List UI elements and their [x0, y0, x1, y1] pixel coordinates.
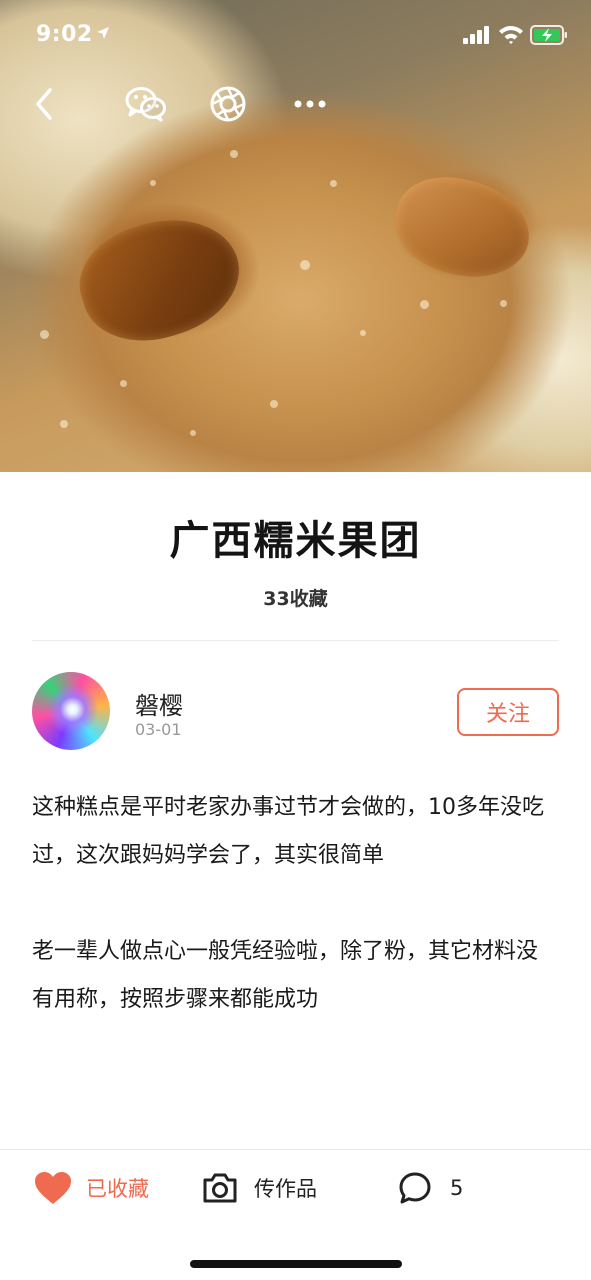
share-moments-button[interactable] [206, 82, 250, 126]
description-paragraph: 老一辈人做点心一般凭经验啦，除了粉，其它材料没有用称，按照步骤来都能成功 [32, 939, 539, 1012]
share-wechat-button[interactable] [124, 82, 168, 126]
wifi-icon [499, 26, 523, 44]
back-chevron-icon [36, 88, 52, 120]
camera-icon [203, 1173, 237, 1203]
moments-icon [210, 86, 246, 122]
comment-bubble-icon [399, 1172, 431, 1204]
recipe-description: 这种糕点是平时老家办事过节才会做的，10多年没吃过，这次跟妈妈学会了，其实很简单… [32, 784, 559, 1024]
recipe-title: 广西糯米果团 [169, 518, 422, 564]
comments-button[interactable]: 5 [398, 1166, 463, 1210]
back-button[interactable] [22, 82, 66, 126]
favorite-button[interactable]: 已收藏 [34, 1166, 149, 1210]
location-arrow-icon [97, 27, 109, 39]
author-name[interactable]: 磐樱 [135, 686, 183, 721]
more-icon [294, 100, 326, 108]
comment-count: 5 [450, 1176, 464, 1200]
bottom-bar-divider [0, 1149, 591, 1150]
post-date: 03-01 [135, 720, 182, 739]
hero-peanut [386, 167, 539, 288]
upload-work-label: 传作品 [254, 1177, 317, 1201]
hero-peanut [66, 200, 254, 359]
follow-button[interactable]: 关注 [457, 688, 559, 736]
more-options-button[interactable] [288, 82, 332, 126]
author-avatar[interactable] [32, 672, 110, 750]
heart-icon [35, 1172, 71, 1204]
status-time: 9:02 [36, 22, 93, 47]
favorite-label: 已收藏 [86, 1177, 149, 1201]
battery-charging-icon [530, 25, 567, 45]
home-indicator [190, 1260, 402, 1268]
cellular-signal-icon [463, 26, 489, 44]
upload-work-button[interactable]: 传作品 [202, 1166, 317, 1210]
description-paragraph: 这种糕点是平时老家办事过节才会做的，10多年没吃过，这次跟妈妈学会了，其实很简单 [32, 795, 544, 868]
section-divider [32, 640, 559, 641]
favorites-count: 33收藏 [263, 588, 328, 610]
status-bar: 9:02 [0, 0, 591, 72]
wechat-icon [125, 87, 166, 122]
